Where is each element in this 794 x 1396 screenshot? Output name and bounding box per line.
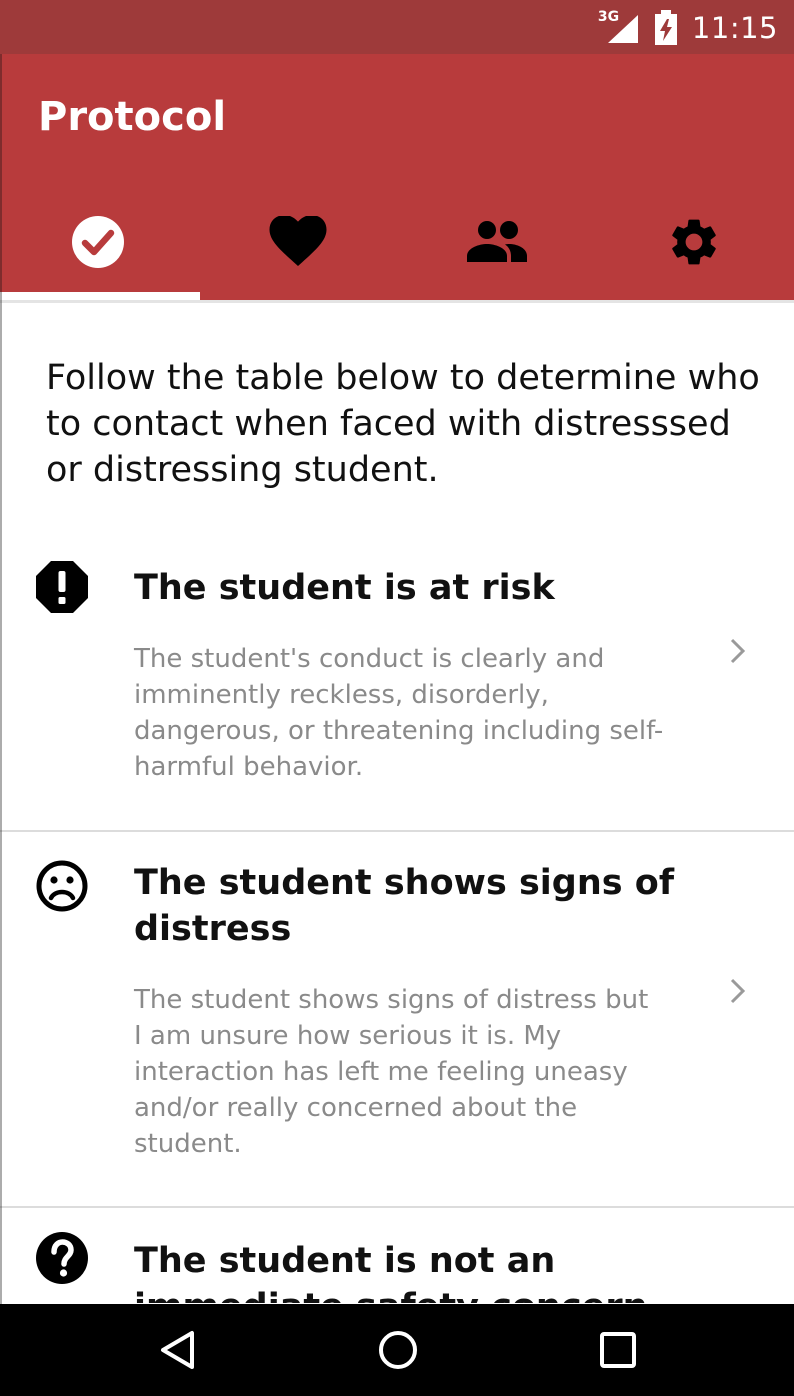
page-title: Protocol [38, 94, 227, 140]
back-icon [161, 1331, 194, 1369]
item-description: The student's conduct is clearly and imm… [134, 644, 664, 782]
app-bar: Protocol [0, 54, 794, 300]
people-icon [467, 221, 527, 262]
window-edge [0, 54, 2, 1304]
recents-icon [600, 1332, 636, 1368]
tab-wellbeing[interactable] [199, 194, 398, 300]
status-bar: 3G 11:15 [0, 0, 794, 54]
item-title: The student is not an immediate safety c… [134, 1241, 648, 1303]
help-circle-icon [36, 1232, 88, 1284]
system-nav-bar [0, 1304, 794, 1396]
selected-tab-indicator [0, 292, 200, 300]
alert-octagon-icon [36, 561, 88, 613]
gear-icon [671, 219, 716, 265]
tab-settings[interactable] [596, 194, 794, 300]
battery-icon [654, 10, 678, 46]
item-title: The student shows signs of distress [134, 863, 675, 949]
clock: 11:15 [691, 11, 778, 45]
signal-icon: 3G [598, 9, 640, 45]
tab-contacts[interactable] [397, 194, 596, 300]
back-button[interactable] [118, 1304, 238, 1396]
status-icons: 3G 11:15 [598, 8, 778, 48]
list-item-not-immediate-concern[interactable]: The student is not an immediate safety c… [0, 1208, 794, 1303]
intro-text: Follow the table below to determine who … [46, 358, 760, 490]
check-circle-icon [72, 216, 124, 268]
sad-face-icon [36, 860, 88, 912]
tab-bar [0, 194, 794, 300]
tab-protocol[interactable] [0, 194, 199, 300]
heart-icon [269, 216, 326, 266]
item-title: The student is at risk [134, 568, 555, 608]
home-icon [379, 1331, 417, 1369]
recents-button[interactable] [558, 1304, 678, 1396]
chevron-right-icon [730, 978, 746, 1004]
protocol-list[interactable]: Follow the table below to determine who … [0, 303, 794, 1303]
home-button[interactable] [338, 1304, 458, 1396]
list-item-at-risk[interactable]: The student is at risk The student's con… [0, 549, 794, 831]
chevron-right-icon [730, 638, 746, 664]
item-description: The student shows signs of distress but … [134, 985, 649, 1159]
list-item-signs-of-distress[interactable]: The student shows signs of distress The … [0, 832, 794, 1206]
